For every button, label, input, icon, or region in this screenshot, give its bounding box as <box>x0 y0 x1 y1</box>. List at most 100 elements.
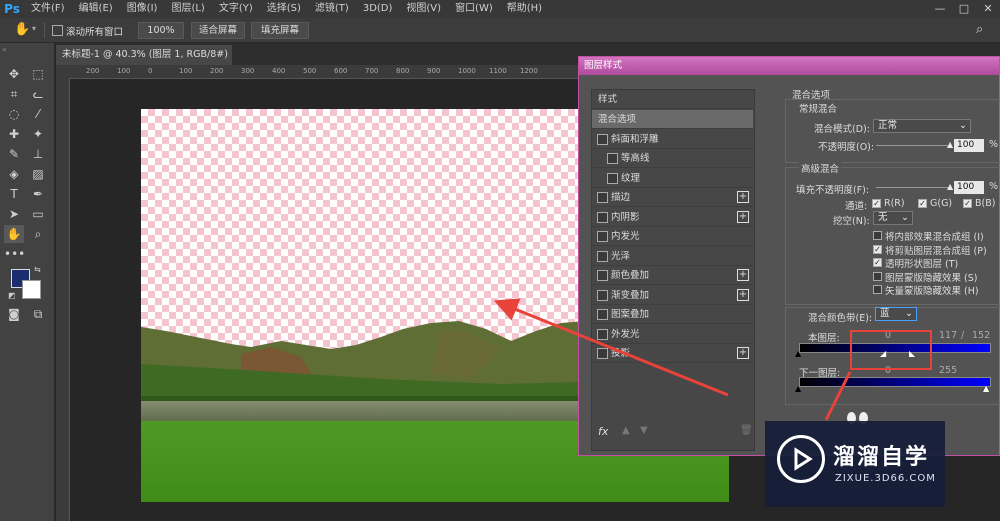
style-checkbox[interactable] <box>597 348 608 359</box>
blend-mode-select[interactable]: 正常 ⌄ <box>873 119 971 133</box>
style-list-item[interactable]: 纹理 <box>592 169 753 188</box>
hand-icon[interactable]: ✋ <box>14 22 30 37</box>
style-checkbox[interactable] <box>597 192 608 203</box>
style-checkbox[interactable] <box>597 231 608 242</box>
menu-item[interactable]: 文字(Y) <box>212 0 260 18</box>
swap-colors-icon[interactable]: ⇆ <box>34 265 41 274</box>
fill-opacity-slider[interactable] <box>876 187 951 188</box>
gradient-icon[interactable]: ▨ <box>28 165 48 183</box>
hand-tool-icon[interactable]: ✋ <box>4 225 24 243</box>
quick-select-icon[interactable]: ◌ <box>4 105 24 123</box>
style-list-item[interactable]: 等高线 <box>592 149 753 168</box>
add-effect-icon[interactable]: + <box>737 269 749 281</box>
this-layer-white-slider-left[interactable]: ◢ <box>880 349 886 358</box>
zoom-percent-button[interactable]: 100% <box>138 22 184 39</box>
healing-brush-icon[interactable]: ✚ <box>4 125 24 143</box>
close-button[interactable]: ✕ <box>976 0 1000 18</box>
menu-item[interactable]: 编辑(E) <box>72 0 120 18</box>
style-list-item[interactable]: 内发光 <box>592 227 753 246</box>
style-list-header[interactable]: 样式 <box>592 90 753 109</box>
minimize-button[interactable]: — <box>928 0 952 18</box>
menu-item[interactable]: 选择(S) <box>260 0 308 18</box>
this-layer-black-slider[interactable]: ▲ <box>795 349 801 358</box>
style-checkbox[interactable] <box>597 133 608 145</box>
trash-icon[interactable]: 🗑 <box>740 425 753 436</box>
add-effect-icon[interactable]: + <box>737 288 749 301</box>
default-colors-icon[interactable]: ◩ <box>8 291 16 300</box>
style-list-item[interactable]: 渐变叠加 + <box>592 286 753 305</box>
style-list-item[interactable]: 内阴影 + <box>592 208 753 227</box>
style-list-item[interactable]: 外发光 <box>592 325 753 344</box>
menu-item[interactable]: 窗口(W) <box>448 0 500 18</box>
style-checkbox[interactable] <box>597 250 608 262</box>
style-checkbox[interactable] <box>597 309 608 320</box>
style-list-item[interactable]: 混合选项 <box>592 110 753 129</box>
path-select-icon[interactable]: ➤ <box>4 205 24 223</box>
style-list-item[interactable]: 颜色叠加 + <box>592 266 753 285</box>
blend-option-checkbox[interactable] <box>873 271 882 281</box>
marquee-icon[interactable]: ⬚ <box>28 65 48 83</box>
maximize-button[interactable]: □ <box>952 0 976 18</box>
blend-option-checkbox[interactable] <box>873 285 882 294</box>
brush-icon[interactable]: ✎ <box>4 145 24 163</box>
style-checkbox[interactable] <box>597 289 608 301</box>
menu-item[interactable]: 视图(V) <box>399 0 448 18</box>
style-checkbox[interactable] <box>597 270 608 281</box>
add-effect-icon[interactable]: + <box>737 191 749 203</box>
magic-wand-icon[interactable]: ✦ <box>28 125 48 143</box>
style-checkbox[interactable] <box>607 172 618 184</box>
document-tab[interactable]: 未标题-1 @ 40.3% (图层 1, RGB/8#) * × <box>56 45 232 80</box>
menu-item[interactable]: 3D(D) <box>356 0 400 18</box>
collapse-icon[interactable]: « <box>2 45 7 54</box>
eyedropper-icon[interactable]: ⁄ <box>28 105 48 123</box>
opacity-slider[interactable] <box>876 145 951 146</box>
more-tools-icon[interactable]: ••• <box>4 245 25 263</box>
style-list-item[interactable]: 图案叠加 <box>592 305 753 324</box>
channel-r-checkbox[interactable]: ✓ <box>872 199 881 208</box>
style-checkbox[interactable] <box>597 211 608 223</box>
add-effect-icon[interactable]: + <box>737 347 749 359</box>
screen-mode-icon[interactable]: ⧉ <box>28 305 48 323</box>
menu-item[interactable]: 滤镜(T) <box>308 0 356 18</box>
fit-screen-button[interactable]: 适合屏幕 <box>191 22 245 39</box>
move-icon[interactable]: ✥ <box>4 65 24 83</box>
move-down-icon[interactable]: ▼ <box>640 425 648 436</box>
eraser-icon[interactable]: ◈ <box>4 165 24 183</box>
zoom-icon[interactable]: ⌕ <box>28 225 48 243</box>
channel-b-checkbox[interactable]: ✓ <box>963 199 972 208</box>
menu-item[interactable]: 图层(L) <box>164 0 211 18</box>
crop-icon[interactable]: ⌗ <box>4 85 24 103</box>
knockout-select[interactable]: 无 ⌄ <box>873 211 913 225</box>
style-list-item[interactable]: 投影 + <box>592 344 753 363</box>
rectangle-icon[interactable]: ▭ <box>28 205 48 223</box>
fill-opacity-slider-thumb[interactable]: ▲ <box>947 182 953 191</box>
style-checkbox[interactable] <box>607 153 618 164</box>
channel-g-checkbox[interactable]: ✓ <box>918 199 927 208</box>
fill-opacity-input[interactable]: 100 <box>954 181 984 194</box>
blend-option-checkbox[interactable] <box>873 231 882 240</box>
underlying-black-slider[interactable]: ▲ <box>795 384 801 393</box>
menu-item[interactable]: 文件(F) <box>24 0 72 18</box>
underlying-white-slider[interactable]: ▲ <box>983 384 989 393</box>
quick-mask-icon[interactable]: ◙ <box>4 305 24 323</box>
chevron-down-icon[interactable]: ▾ <box>32 24 36 33</box>
blend-if-select[interactable]: 蓝 ⌄ <box>875 307 917 321</box>
fx-icon[interactable]: fx <box>598 425 608 438</box>
fill-screen-button[interactable]: 填充屏幕 <box>251 22 309 39</box>
opacity-input[interactable]: 100 <box>954 139 984 152</box>
stamp-icon[interactable]: ⊥ <box>28 145 48 163</box>
scroll-all-checkbox[interactable] <box>52 25 63 36</box>
style-list-item[interactable]: 光泽 <box>592 247 753 266</box>
menu-item[interactable]: 图像(I) <box>120 0 165 18</box>
blend-option-checkbox[interactable]: ✓ <box>873 244 882 254</box>
background-color-swatch[interactable] <box>22 280 41 299</box>
menu-item[interactable]: 帮助(H) <box>500 0 549 18</box>
style-checkbox[interactable] <box>597 328 608 340</box>
style-list-item[interactable]: 斜面和浮雕 <box>592 130 753 149</box>
pen-icon[interactable]: ✒ <box>28 185 48 203</box>
add-effect-icon[interactable]: + <box>737 210 749 223</box>
this-layer-white-slider-right[interactable]: ◣ <box>909 349 915 358</box>
style-list-item[interactable]: 描边 + <box>592 188 753 207</box>
move-up-icon[interactable]: ▲ <box>622 425 630 436</box>
text-icon[interactable]: T <box>4 185 24 203</box>
